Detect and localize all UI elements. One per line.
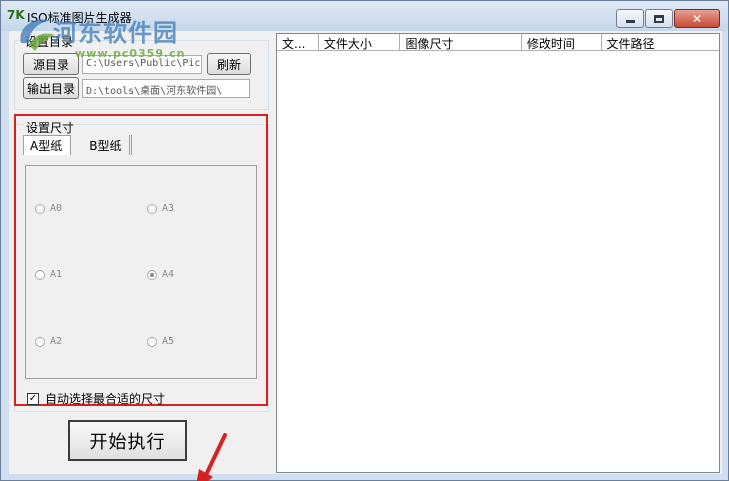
file-list-header: 文... 文件大小 图像尺寸 修改时间 文件路径 bbox=[277, 34, 719, 51]
radio-a5-circle bbox=[147, 336, 157, 347]
app-window: 7K ISO标准图片生成器 ✕ 设置目录 源目录 C:\Users\Public… bbox=[0, 0, 729, 481]
maximize-button[interactable] bbox=[645, 9, 673, 28]
tab-divider bbox=[131, 135, 132, 155]
close-button[interactable]: ✕ bbox=[674, 9, 720, 28]
radio-a4-circle bbox=[147, 269, 157, 280]
radio-a5[interactable]: A5 bbox=[147, 336, 174, 347]
size-group-label: 设置尺寸 bbox=[24, 119, 77, 136]
column-header-size[interactable]: 文件大小 bbox=[318, 34, 401, 51]
output-directory-button[interactable]: 输出目录 bbox=[23, 77, 79, 99]
column-header-dimensions[interactable]: 图像尺寸 bbox=[400, 34, 522, 51]
radio-a2-circle bbox=[35, 336, 45, 347]
checkbox-check-icon: ✓ bbox=[27, 392, 39, 405]
paper-size-panel: A0 A3 A1 A4 A2 A5 bbox=[25, 165, 257, 379]
column-header-path[interactable]: 文件路径 bbox=[601, 34, 719, 51]
radio-a4[interactable]: A4 bbox=[147, 269, 174, 280]
radio-a3-circle bbox=[147, 203, 157, 214]
close-icon: ✕ bbox=[691, 11, 703, 26]
client-area: 设置目录 源目录 C:\Users\Public\Pic 刷新 输出目录 D:\… bbox=[9, 31, 722, 481]
start-button[interactable]: 开始执行 bbox=[68, 420, 187, 461]
radio-a1-circle bbox=[35, 269, 45, 280]
tab-b-paper[interactable]: B型纸 bbox=[83, 135, 131, 155]
title-bar[interactable]: 7K ISO标准图片生成器 ✕ bbox=[1, 1, 728, 31]
output-path-field[interactable]: D:\tools\桌面\河东软件园\ bbox=[82, 79, 250, 98]
minimize-button[interactable] bbox=[616, 9, 644, 28]
radio-a0-label: A0 bbox=[50, 203, 63, 214]
auto-select-label: 自动选择最合适的尺寸 bbox=[45, 392, 166, 406]
file-list[interactable]: 文... 文件大小 图像尺寸 修改时间 文件路径 bbox=[276, 33, 720, 473]
refresh-button[interactable]: 刷新 bbox=[207, 53, 251, 75]
radio-a2[interactable]: A2 bbox=[35, 336, 62, 347]
radio-a5-label: A5 bbox=[162, 336, 175, 347]
auto-select-checkbox[interactable]: ✓ 自动选择最合适的尺寸 bbox=[27, 390, 165, 407]
directory-group-label: 设置目录 bbox=[23, 33, 76, 50]
paper-type-tabs: A型纸 B型纸 bbox=[23, 135, 132, 155]
window-title: ISO标准图片生成器 bbox=[27, 11, 132, 25]
radio-a0-circle bbox=[35, 203, 45, 214]
column-header-modified[interactable]: 修改时间 bbox=[521, 34, 602, 51]
directory-group bbox=[14, 40, 269, 110]
radio-a2-label: A2 bbox=[50, 336, 63, 347]
radio-a4-label: A4 bbox=[162, 269, 175, 280]
annotation-arrow-icon bbox=[196, 433, 227, 481]
minimize-icon bbox=[625, 20, 635, 23]
radio-a1-label: A1 bbox=[50, 269, 63, 280]
source-directory-button[interactable]: 源目录 bbox=[23, 53, 79, 75]
maximize-icon bbox=[654, 14, 664, 23]
column-header-name[interactable]: 文... bbox=[277, 34, 319, 51]
radio-a3[interactable]: A3 bbox=[147, 203, 174, 214]
tab-a-paper[interactable]: A型纸 bbox=[23, 135, 72, 155]
radio-a1[interactable]: A1 bbox=[35, 269, 62, 280]
app-icon: 7K bbox=[7, 8, 25, 22]
source-path-field[interactable]: C:\Users\Public\Pic bbox=[82, 55, 202, 74]
radio-a3-label: A3 bbox=[162, 203, 175, 214]
radio-a0[interactable]: A0 bbox=[35, 203, 62, 214]
window-controls: ✕ bbox=[615, 9, 720, 28]
